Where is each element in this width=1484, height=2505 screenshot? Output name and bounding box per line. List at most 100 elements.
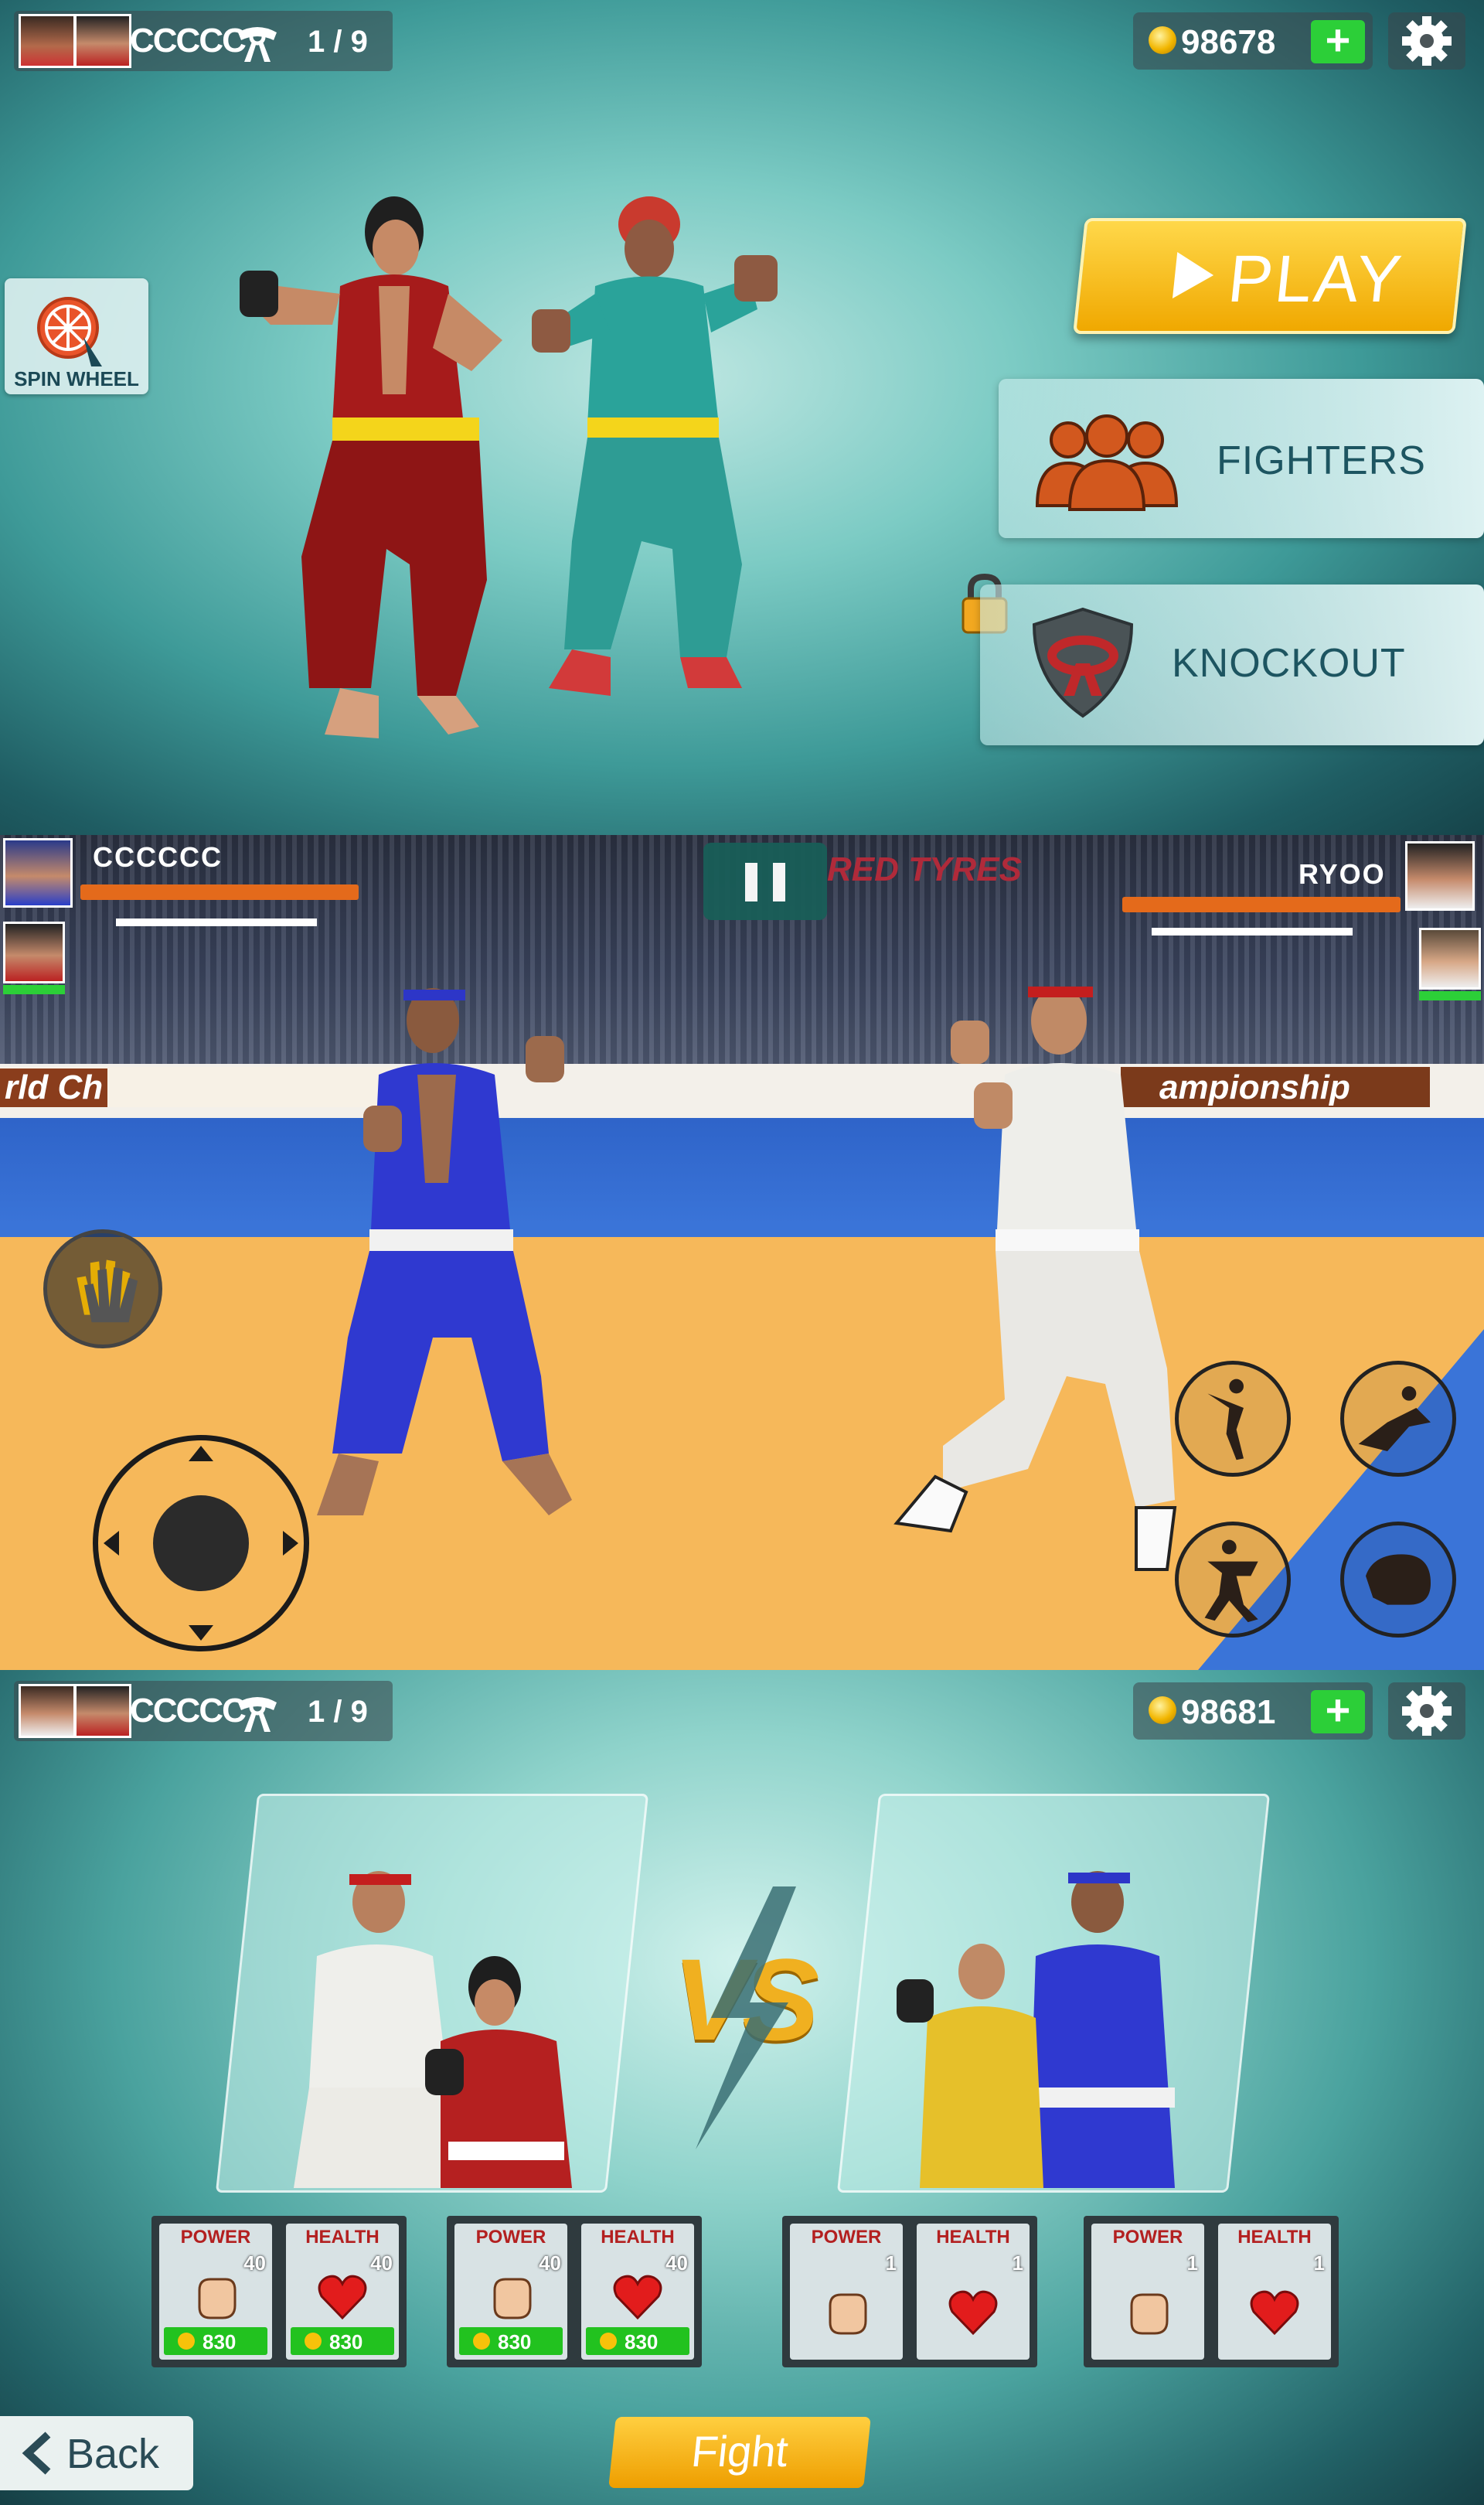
stat-title: HEALTH <box>936 2227 1010 2248</box>
high-kick-icon <box>1207 1379 1244 1460</box>
pause-icon <box>773 863 785 901</box>
opponent-stamina-bar <box>1152 928 1353 936</box>
play-button[interactable]: PLAY <box>1073 218 1467 334</box>
player-name: CCCCC <box>130 1692 247 1730</box>
tag-partner-button[interactable] <box>43 1229 162 1348</box>
upgrade-power-button[interactable]: 830 <box>164 2327 267 2355</box>
belt-icon <box>238 1697 277 1732</box>
spin-wheel-label: SPIN WHEEL <box>14 367 139 390</box>
heart-icon <box>613 2275 662 2320</box>
player-partner-avatar <box>3 922 65 983</box>
stat-group-3: POWER 1 HEALTH 1 <box>782 2216 1037 2367</box>
upgrade-power-button[interactable]: 830 <box>459 2327 563 2355</box>
avatar <box>74 1684 131 1738</box>
main-menu-screen: CCCCC 1 / 9 98678 + SPIN WHEEL PLAY FIGH… <box>0 0 1484 835</box>
player-name: CCCCC <box>130 22 247 60</box>
stat-level: 40 <box>539 2251 561 2275</box>
pause-icon <box>745 863 757 901</box>
avatar <box>19 1684 76 1738</box>
stat-group-2: POWER 40 830 HEALTH 40 830 <box>447 2216 702 2367</box>
flying-kick-button[interactable] <box>1340 1361 1456 1477</box>
health-stat-card: HEALTH 1 <box>917 2224 1030 2360</box>
fight-label: Fight <box>689 2427 791 2476</box>
fight-button[interactable]: Fight <box>608 2417 871 2488</box>
fighters-label: FIGHTERS <box>1217 438 1426 483</box>
spin-wheel-icon <box>37 297 102 366</box>
stat-level: 1 <box>1186 2251 1198 2275</box>
stat-title: HEALTH <box>305 2227 380 2248</box>
player-team-art <box>294 1871 572 2188</box>
power-stat-card: POWER 1 <box>1091 2224 1204 2360</box>
gear-icon <box>1402 16 1452 66</box>
health-stat-card[interactable]: HEALTH 40 830 <box>286 2224 399 2360</box>
stat-title: POWER <box>811 2227 882 2248</box>
stage-progress: 1 / 9 <box>308 25 368 59</box>
knockout-button[interactable]: KNOCKOUT <box>980 584 1484 745</box>
fight-screen: rld Ch RED TYRES rld Ch ampionship CCCCC… <box>0 835 1484 1670</box>
back-button[interactable]: Back <box>0 2416 193 2490</box>
avatar <box>19 14 76 68</box>
fighters-button[interactable]: FIGHTERS <box>999 379 1484 538</box>
back-label: Back <box>66 2431 160 2477</box>
fist-icon <box>829 2293 867 2335</box>
team-avatars[interactable] <box>19 14 134 68</box>
banner-text-left-board: rld Ch <box>0 1068 108 1107</box>
hand-icon <box>77 1259 138 1323</box>
flying-kick-icon <box>1358 1386 1431 1451</box>
stat-level: 1 <box>1313 2251 1325 2275</box>
player-partner-energy <box>3 985 65 994</box>
opponent-team-art <box>897 1871 1175 2188</box>
health-stat-card: HEALTH 1 <box>1218 2224 1331 2360</box>
add-coins-button[interactable]: + <box>1311 19 1365 63</box>
lightning-bolt-icon <box>696 1886 796 2149</box>
fighters-icon <box>1035 414 1179 511</box>
coin-value: 98678 <box>1181 23 1276 61</box>
coin-icon <box>1149 1696 1176 1724</box>
coin-balance: 98678 + <box>1133 12 1373 70</box>
team-avatars[interactable] <box>19 1684 134 1738</box>
coin-icon <box>473 2333 490 2350</box>
settings-button[interactable] <box>1388 12 1465 70</box>
player-name-hud: CCCCCC <box>93 841 223 873</box>
knockout-label: KNOCKOUT <box>1172 641 1406 686</box>
spin-wheel-button[interactable]: SPIN WHEEL <box>5 278 148 394</box>
opponent-partner-energy <box>1419 991 1481 1000</box>
stat-title: HEALTH <box>1237 2227 1312 2248</box>
health-stat-card[interactable]: HEALTH 40 830 <box>581 2224 694 2360</box>
pause-button[interactable] <box>703 843 827 920</box>
glove-icon <box>1366 1554 1431 1605</box>
power-stat-card[interactable]: POWER 40 830 <box>159 2224 272 2360</box>
chevron-left-icon <box>22 2432 51 2475</box>
opponent-name-hud: RYOO <box>1298 858 1386 890</box>
heart-icon <box>948 2290 998 2336</box>
stat-title: POWER <box>1112 2227 1183 2248</box>
stat-title: POWER <box>180 2227 251 2248</box>
opponent-avatar <box>1405 841 1475 911</box>
kick-button[interactable] <box>1175 1361 1291 1477</box>
stat-level: 40 <box>665 2251 688 2275</box>
joystick-arrows-icon <box>104 1446 298 1641</box>
fighter-blue-gi <box>317 988 572 1515</box>
belt-icon <box>238 27 277 62</box>
coin-balance: 98681 + <box>1133 1682 1373 1740</box>
opponent-health-bar <box>1122 897 1401 912</box>
punch-button[interactable] <box>1340 1522 1456 1638</box>
fist-icon <box>1130 2293 1169 2335</box>
fighter-red-gi <box>240 196 502 738</box>
coin-value: 98681 <box>1181 1693 1276 1731</box>
coin-icon <box>600 2333 617 2350</box>
stat-level: 40 <box>370 2251 393 2275</box>
coin-icon <box>178 2333 195 2350</box>
player-stamina-bar <box>116 918 317 926</box>
upgrade-health-button[interactable]: 830 <box>291 2327 394 2355</box>
power-stat-card[interactable]: POWER 40 830 <box>454 2224 567 2360</box>
upgrade-health-button[interactable]: 830 <box>586 2327 689 2355</box>
power-stat-card: POWER 1 <box>790 2224 903 2360</box>
settings-button[interactable] <box>1388 1682 1465 1740</box>
stat-level: 40 <box>243 2251 266 2275</box>
block-button[interactable] <box>1175 1522 1291 1638</box>
add-coins-button[interactable]: + <box>1311 1689 1365 1733</box>
opponent-partner-avatar <box>1419 928 1481 990</box>
fist-icon <box>493 2278 532 2319</box>
stat-title: HEALTH <box>601 2227 675 2248</box>
